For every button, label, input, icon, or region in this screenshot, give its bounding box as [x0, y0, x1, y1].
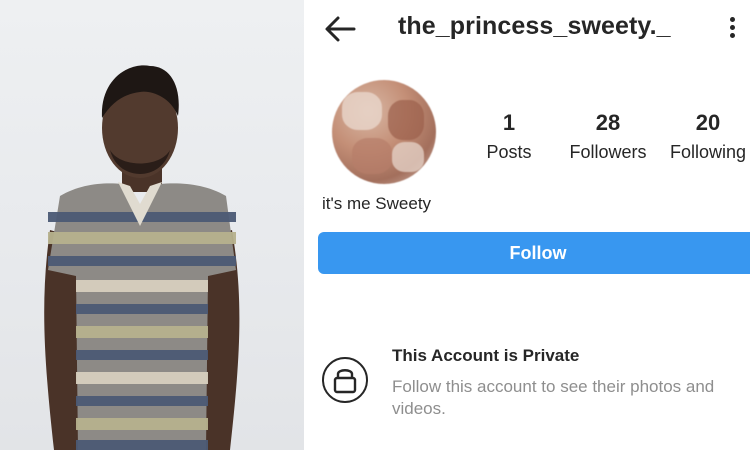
following-label: Following: [669, 142, 747, 162]
person-photo: [0, 0, 304, 450]
person-illustration: [44, 65, 240, 450]
following-count: 20: [695, 110, 721, 135]
more-vertical-icon: [729, 17, 735, 22]
posts-count: 1: [502, 110, 516, 135]
stat-following[interactable]: 20 Following: [666, 110, 750, 163]
stat-posts[interactable]: 1 Posts: [474, 110, 544, 163]
instagram-profile: the_princess_sweety._ 1 Posts 28 Followe…: [308, 0, 750, 450]
private-account-title: This Account is Private: [392, 346, 580, 365]
lock-glyph: [333, 369, 357, 394]
posts-label: Posts: [486, 142, 532, 162]
follow-button[interactable]: Follow: [318, 232, 750, 274]
profile-username: the_princess_sweety._: [398, 12, 671, 40]
profile-avatar[interactable]: [332, 80, 436, 184]
followers-label: Followers: [569, 142, 647, 162]
arrow-left-icon: [325, 16, 356, 42]
stat-followers[interactable]: 28 Followers: [560, 110, 656, 163]
profile-bio: it's me Sweety: [322, 194, 432, 213]
more-options-button[interactable]: [722, 14, 742, 44]
lock-icon: [322, 357, 368, 403]
back-button[interactable]: [322, 14, 358, 44]
private-account-subtitle: Follow this account to see their photos …: [392, 377, 715, 418]
followers-count: 28: [595, 110, 621, 135]
